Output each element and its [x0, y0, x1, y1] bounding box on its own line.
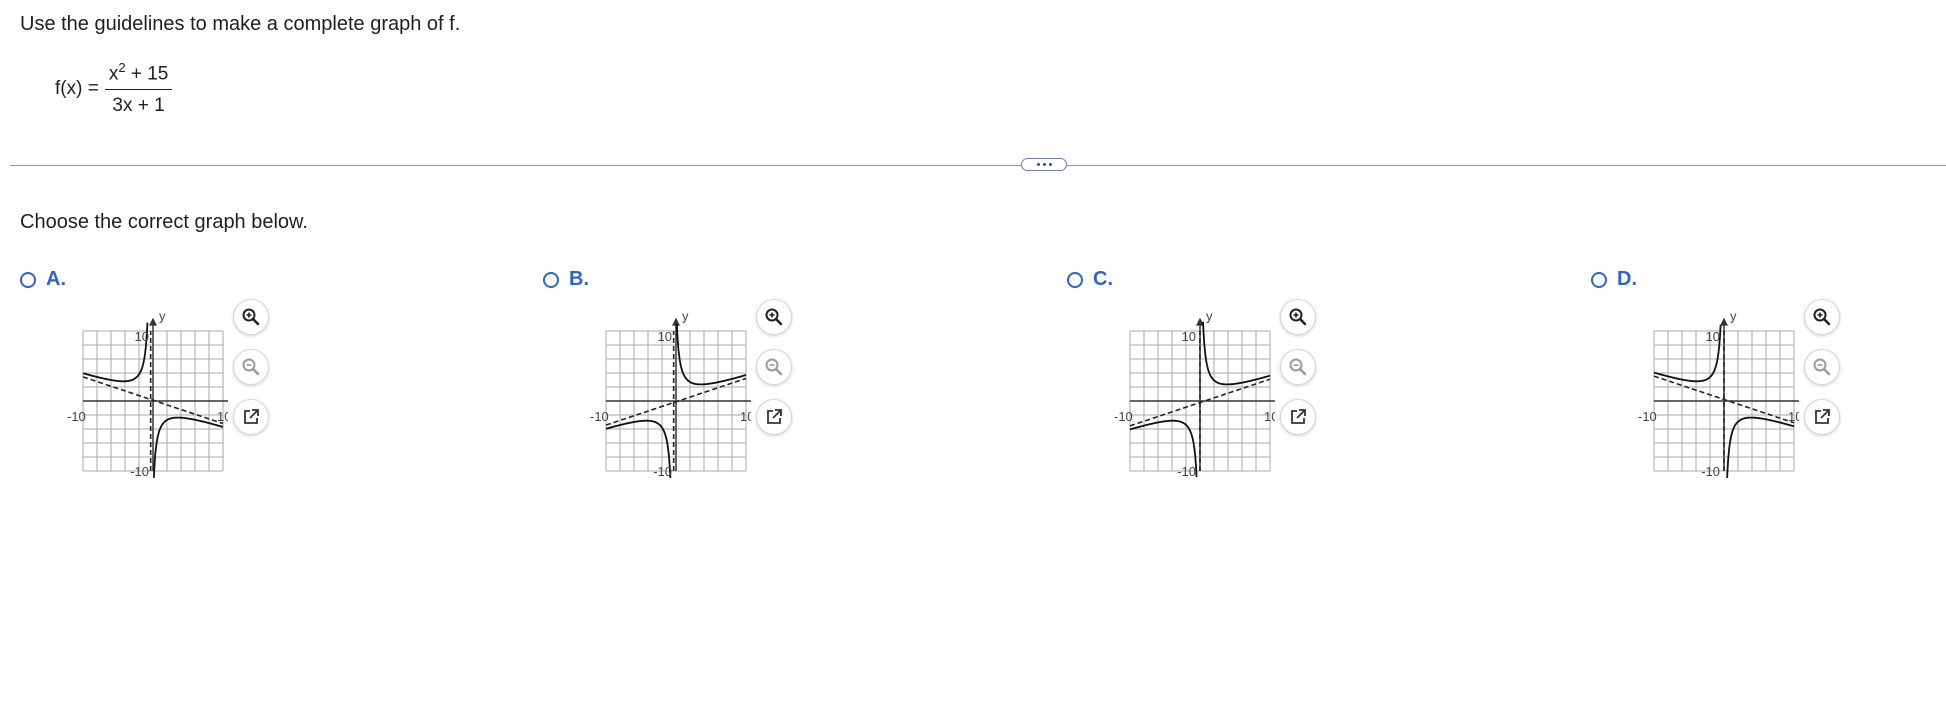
option-letter: A. [46, 268, 66, 290]
option-radio-button[interactable] [20, 271, 36, 288]
x-max-label: 10 [1264, 409, 1275, 424]
ellipsis-icon [1042, 163, 1046, 166]
y-axis-arrow [149, 317, 157, 326]
answer-option-c: C.yx10-10-1010 [1067, 266, 1367, 478]
fraction-numerator: x2 + 15 [104, 60, 173, 91]
x-min-label: -10 [590, 409, 609, 424]
zoom-in-button[interactable] [1281, 300, 1315, 334]
graph-thumbnail[interactable]: yx10-10-1010 [1095, 298, 1275, 478]
graph-thumbnail[interactable]: yx10-10-1010 [1619, 298, 1799, 478]
y-min-label: -10 [1177, 464, 1196, 478]
option-radio-button[interactable] [1591, 271, 1607, 288]
graph-thumbnail[interactable]: yx10-10-1010 [571, 298, 751, 478]
function-lhs: f(x) = [55, 77, 99, 99]
open-graph-button[interactable] [1281, 400, 1315, 434]
y-min-label: -10 [130, 464, 149, 478]
option-radio-group[interactable]: B. [543, 268, 589, 291]
x-max-label: 10 [217, 409, 228, 424]
x-min-label: -10 [1114, 409, 1133, 424]
zoom-out-icon [765, 358, 783, 376]
graph-thumbnail[interactable]: yx10-10-1010 [48, 298, 228, 478]
function-curve-right [676, 324, 747, 386]
zoom-out-icon [1813, 358, 1831, 376]
option-letter: C. [1093, 268, 1113, 290]
section-divider [10, 165, 1946, 166]
open-in-new-window-icon [1291, 409, 1306, 424]
zoom-in-button[interactable] [234, 300, 268, 334]
zoom-in-icon [1813, 308, 1831, 326]
zoom-in-icon [1289, 308, 1307, 326]
y-max-label: 10 [135, 329, 149, 344]
ellipsis-icon [1048, 163, 1052, 166]
zoom-out-button[interactable] [757, 350, 791, 384]
open-graph-button[interactable] [757, 400, 791, 434]
y-axis-arrow [1720, 317, 1728, 326]
x-min-label: -10 [67, 409, 86, 424]
open-in-new-window-icon [767, 409, 782, 424]
fraction-denominator: 3x + 1 [112, 95, 165, 117]
option-radio-group[interactable]: D. [1591, 268, 1637, 291]
x-max-label: 10 [740, 409, 751, 424]
option-radio-button[interactable] [543, 271, 559, 288]
function-fraction: x2 + 15 3x + 1 [104, 60, 173, 117]
y-axis-label: y [1206, 309, 1213, 324]
y-axis-label: y [682, 309, 689, 324]
ellipsis-icon [1036, 163, 1040, 166]
function-curve-right [1726, 416, 1795, 478]
y-axis-arrow [672, 317, 680, 326]
option-radio-group[interactable]: C. [1067, 268, 1113, 291]
expand-question-button[interactable] [1021, 158, 1067, 171]
numerator-exponent: 2 [118, 60, 126, 75]
answer-option-b: B.yx10-10-1010 [543, 266, 843, 478]
x-max-label: 10 [1788, 409, 1799, 424]
numerator-base: x [108, 63, 119, 85]
function-equation: f(x) = x2 + 15 3x + 1 [55, 60, 173, 117]
y-min-label: -10 [653, 464, 672, 478]
y-axis-label: y [1730, 309, 1737, 324]
y-max-label: 10 [1182, 329, 1196, 344]
open-graph-button[interactable] [234, 400, 268, 434]
zoom-out-button[interactable] [234, 350, 268, 384]
option-letter: D. [1617, 268, 1637, 290]
zoom-out-icon [1289, 358, 1307, 376]
function-curve-right [153, 416, 224, 478]
answer-option-a: A.yx10-10-1010 [20, 266, 320, 478]
zoom-out-icon [242, 358, 260, 376]
option-letter: B. [569, 268, 589, 290]
zoom-out-button[interactable] [1281, 350, 1315, 384]
zoom-in-icon [765, 308, 783, 326]
x-min-label: -10 [1638, 409, 1657, 424]
numerator-constant: + 15 [125, 63, 169, 85]
open-graph-button[interactable] [1805, 400, 1839, 434]
y-min-label: -10 [1701, 464, 1720, 478]
y-axis-label: y [159, 309, 166, 324]
zoom-in-button[interactable] [1805, 300, 1839, 334]
option-radio-group[interactable]: A. [20, 268, 66, 291]
open-in-new-window-icon [244, 409, 259, 424]
answer-prompt: Choose the correct graph below. [20, 211, 308, 233]
zoom-out-button[interactable] [1805, 350, 1839, 384]
zoom-in-icon [242, 308, 260, 326]
zoom-in-button[interactable] [757, 300, 791, 334]
y-max-label: 10 [1706, 329, 1720, 344]
answer-option-d: D.yx10-10-1010 [1591, 266, 1891, 478]
instruction-text: Use the guidelines to make a complete gr… [20, 13, 461, 35]
open-in-new-window-icon [1815, 409, 1830, 424]
y-max-label: 10 [658, 329, 672, 344]
option-radio-button[interactable] [1067, 271, 1083, 288]
